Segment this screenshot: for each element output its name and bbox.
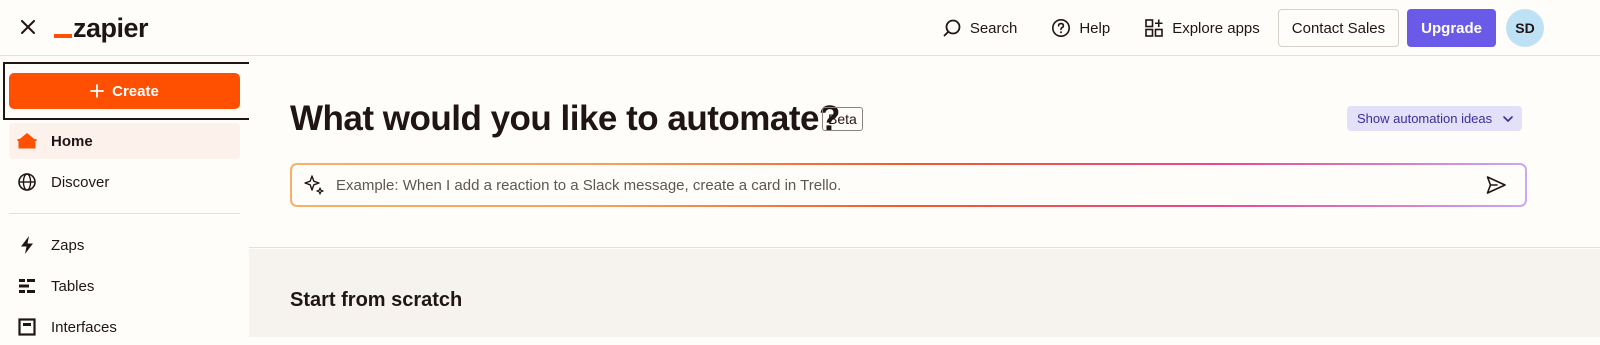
explore-apps-button[interactable]: Explore apps — [1134, 10, 1270, 46]
explore-apps-label: Explore apps — [1172, 19, 1260, 37]
help-label: Help — [1079, 19, 1111, 37]
header-actions: Search Help Explore apps Contact Sales U… — [932, 0, 1600, 56]
section-title: Start from scratch — [290, 289, 463, 311]
sidebar-item-label: Zaps — [51, 236, 85, 254]
sidebar-item-home[interactable]: Home — [9, 123, 240, 159]
upgrade-button[interactable]: Upgrade — [1407, 9, 1496, 47]
sidebar: Create Home Discover Zaps Tables Interfa… — [0, 57, 262, 337]
start-from-scratch-section: Start from scratch — [249, 249, 1600, 337]
sidebar-item-label: Interfaces — [51, 318, 117, 336]
interfaces-icon — [18, 318, 36, 336]
user-avatar[interactable]: SD — [1506, 9, 1544, 47]
top-bar: zapier Search Help Explore apps Contact … — [0, 0, 1600, 56]
sidebar-item-zaps[interactable]: Zaps — [9, 227, 240, 263]
tables-icon — [19, 279, 35, 293]
show-automation-ideas-button[interactable]: Show automation ideas — [1347, 106, 1523, 131]
logo-wordmark: zapier — [73, 13, 149, 43]
close-button[interactable] — [16, 15, 40, 39]
close-icon — [21, 20, 35, 34]
ai-prompt-inner — [292, 165, 1525, 205]
automate-hero: What would you like to automate? Beta Sh… — [249, 57, 1600, 248]
sparkle-icon — [304, 175, 324, 195]
sidebar-item-tables[interactable]: Tables — [9, 268, 240, 304]
help-button[interactable]: Help — [1041, 10, 1120, 46]
create-focus-outline — [3, 62, 262, 120]
logo-dash — [54, 34, 72, 38]
main-content: What would you like to automate? Beta Sh… — [249, 57, 1600, 337]
page-title: What would you like to automate? — [290, 99, 840, 138]
ai-prompt-box — [290, 163, 1527, 207]
sidebar-item-label: Home — [51, 132, 93, 150]
search-button[interactable]: Search — [932, 10, 1028, 46]
bolt-icon — [21, 236, 33, 254]
ideas-label: Show automation ideas — [1357, 111, 1493, 126]
globe-icon — [18, 173, 36, 191]
search-label: Search — [969, 19, 1018, 37]
contact-sales-button[interactable]: Contact Sales — [1277, 9, 1400, 47]
beta-badge: Beta — [822, 107, 863, 131]
search-icon — [943, 19, 961, 37]
sidebar-item-interfaces[interactable]: Interfaces — [9, 309, 240, 345]
sidebar-item-discover[interactable]: Discover — [9, 164, 240, 200]
send-icon — [1486, 176, 1506, 194]
automation-prompt-input[interactable] — [336, 170, 1483, 200]
send-prompt-button[interactable] — [1483, 172, 1509, 198]
sidebar-item-label: Discover — [51, 173, 110, 191]
home-icon — [17, 133, 37, 149]
help-icon — [1052, 19, 1071, 37]
zapier-logo[interactable]: zapier — [54, 12, 149, 44]
chevron-down-icon — [1503, 115, 1513, 122]
sidebar-item-label: Tables — [51, 277, 95, 295]
sidebar-divider — [9, 213, 240, 214]
apps-grid-icon — [1145, 19, 1164, 37]
